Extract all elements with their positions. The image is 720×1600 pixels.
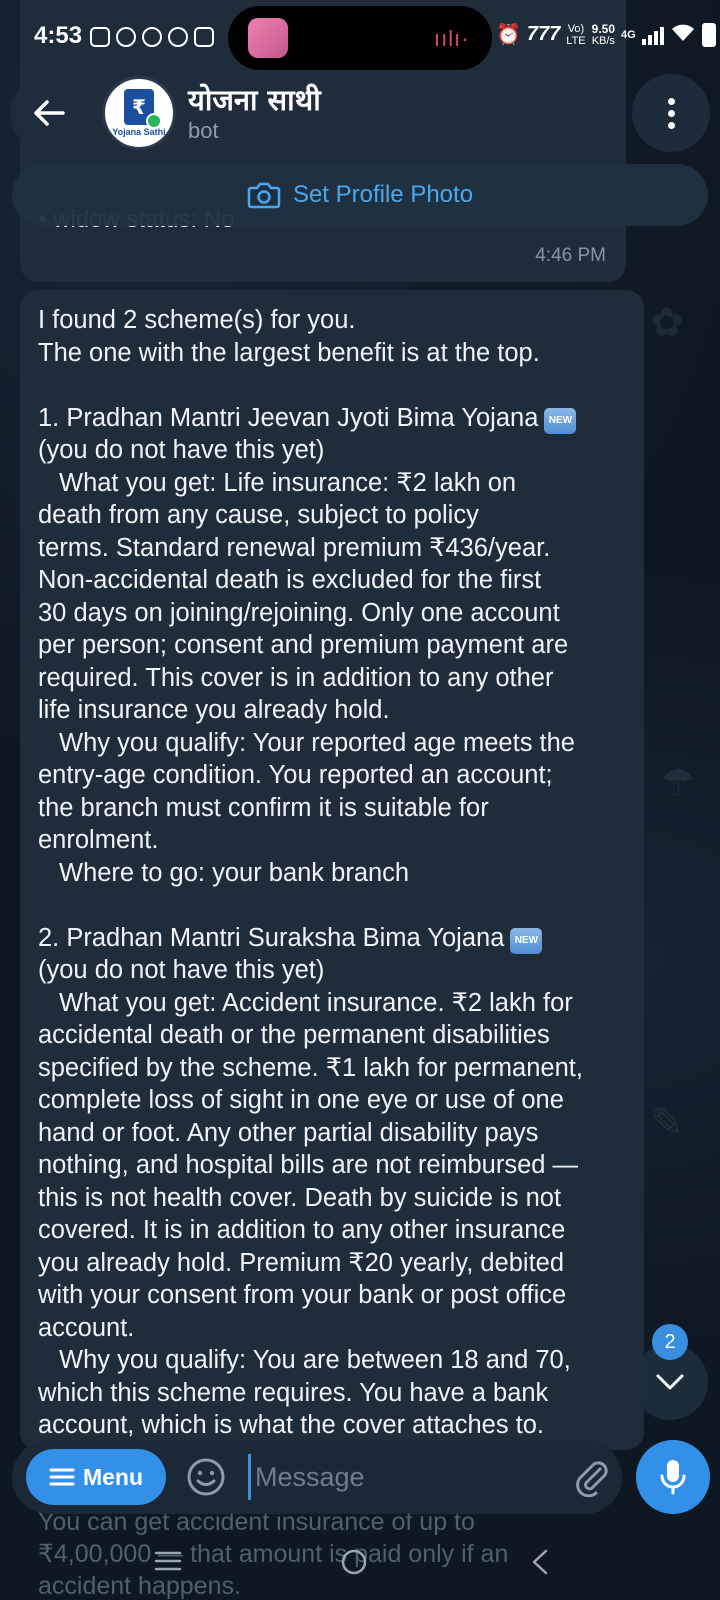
doodle-icon: ☂ (660, 761, 696, 805)
smiley-icon (187, 1458, 225, 1496)
recents-button[interactable] (154, 1548, 182, 1579)
message-line: enrolment. (38, 826, 159, 854)
status-bar: 4:53 ıılı· ⏰ 777 Vo) LTE 9.50 KB/s 4G (0, 0, 720, 76)
media-app-icon (248, 18, 288, 58)
message-line: Why you qualify: Your reported age meets… (59, 728, 575, 757)
chatgpt-icon (116, 27, 136, 47)
message-line: Non-accidental death is excluded for the… (38, 566, 542, 594)
set-profile-photo-button[interactable]: Set Profile Photo (12, 164, 708, 226)
message-line: What you get: Accident insurance. ₹2 lak… (59, 988, 573, 1017)
message-line: this is not health cover. Death by suici… (38, 1183, 562, 1212)
network-type: 4G (621, 28, 636, 41)
message-line: What you get: Life insurance: ₹2 lakh on (59, 468, 517, 497)
audio-wave-icon: ıılı· (434, 26, 470, 51)
rupee-logo-icon: ₹ (124, 89, 162, 129)
paperclip-icon (576, 1461, 608, 1498)
message-line: required. This cover is in addition to a… (38, 663, 554, 692)
emoji-button[interactable] (186, 1457, 226, 1502)
menu-label: Menu (82, 1463, 144, 1490)
wifi-icon (670, 23, 696, 46)
check-icon (146, 113, 162, 129)
message-line: entry-age condition. You reported an acc… (38, 761, 553, 789)
message-line: life insurance you already hold. (38, 696, 390, 724)
instagram-icon (90, 27, 110, 47)
system-navigation-bar (0, 1540, 720, 1600)
message-line: Where to go: your bank branch (59, 858, 410, 887)
attach-button[interactable] (572, 1457, 612, 1502)
scheme-status: (you do not have this yet) (38, 436, 325, 464)
scheme-status: (you do not have this yet) (38, 956, 325, 984)
message-bubble[interactable]: I found 2 scheme(s) for you. The one wit… (20, 290, 644, 1450)
message-line: account. (38, 1313, 135, 1342)
avatar-label: Yojana Sathi (112, 127, 166, 137)
message-line: per person; consent and premium payment … (38, 631, 569, 659)
chevron-down-icon (656, 1374, 684, 1390)
carrier-icon: 777 (526, 23, 561, 45)
message-line: hand or foot. Any other partial disabili… (38, 1118, 539, 1147)
app-icon (142, 27, 162, 47)
net-speed: 9.50 KB/s (591, 21, 615, 47)
message-line: specified by the scheme. ₹1 lakh for per… (38, 1053, 583, 1082)
message-line: accidental death or the permanent disabi… (38, 1021, 550, 1049)
message-line: which this scheme requires. You have a b… (38, 1378, 549, 1407)
message-line: death from any cause, subject to policy (38, 501, 479, 529)
message-line: covered. It is in addition to any other … (38, 1216, 566, 1244)
doodle-icon: ✿ (650, 301, 684, 345)
notification-icons (90, 27, 214, 47)
message-line: Why you qualify: You are between 18 and … (59, 1346, 571, 1374)
chat-header[interactable]: ₹ Yojana Sathi योजना साथी bot (100, 74, 620, 152)
chat-subtitle: bot (188, 118, 219, 143)
back-button[interactable] (10, 74, 88, 152)
message-line: terms. Standard renewal premium ₹436/yea… (38, 533, 551, 562)
dot-icon (667, 97, 675, 105)
doodle-icon: ✎ (650, 1101, 684, 1145)
status-time: 4:53 (34, 22, 83, 49)
scheme-title: 2. Pradhan Mantri Suraksha Bima Yojana NE… (38, 922, 626, 955)
dot-icon (667, 109, 675, 117)
set-profile-photo-label: Set Profile Photo (292, 181, 474, 208)
message-line: The one with the largest benefit is at t… (38, 338, 540, 367)
message-time: 4:46 PM (535, 245, 606, 266)
circle-home-icon (341, 1549, 367, 1575)
home-button[interactable] (340, 1548, 368, 1581)
dot-icon (667, 121, 675, 129)
microphone-icon (660, 1460, 686, 1495)
message-line: the branch must confirm it is suitable f… (38, 793, 489, 822)
avatar[interactable]: ₹ Yojana Sathi (102, 76, 176, 150)
arrow-left-icon (34, 100, 65, 126)
new-badge-icon: NEW (510, 927, 543, 954)
menu-icon (49, 1468, 75, 1486)
signal-icon (641, 25, 664, 45)
copy-icon (194, 27, 214, 47)
message-line: I found 2 scheme(s) for you. (38, 306, 356, 334)
message-line: complete loss of sight in one eye or use… (38, 1086, 564, 1114)
new-badge-icon: NEW (544, 407, 577, 434)
voice-record-button[interactable] (636, 1440, 710, 1514)
bot-menu-button[interactable]: Menu (26, 1449, 166, 1505)
camera-icon (247, 182, 281, 209)
chevron-left-icon (532, 1549, 548, 1575)
message-line: nothing, and hospital bills are not reim… (38, 1151, 579, 1179)
menu-lines-icon (154, 1551, 182, 1571)
scheme-title: 1. Pradhan Mantri Jeevan Jyoti Bima Yoja… (38, 402, 626, 435)
message-line: account, which is what the cover attache… (38, 1411, 545, 1439)
message-composer: Menu (12, 1440, 622, 1514)
more-options-button[interactable] (632, 74, 710, 152)
message-line: you already hold. Premium ₹20 yearly, de… (38, 1248, 565, 1277)
message-input[interactable] (248, 1454, 548, 1500)
youtube-icon (168, 27, 188, 47)
message-line: with your consent from your bank or post… (38, 1281, 567, 1309)
system-back-button[interactable] (528, 1548, 552, 1581)
battery-icon (701, 22, 716, 47)
dynamic-island[interactable]: ıılı· (228, 6, 492, 70)
unread-count-badge: 2 (652, 1324, 688, 1360)
volte-indicator: Vo) LTE (566, 22, 586, 47)
chat-title: योजना साथी (188, 83, 321, 117)
status-right-icons: ⏰ 777 Vo) LTE 9.50 KB/s 4G (496, 22, 716, 47)
message-line: 30 days on joining/rejoining. Only one a… (38, 598, 560, 627)
alarm-icon: ⏰ (496, 24, 521, 46)
